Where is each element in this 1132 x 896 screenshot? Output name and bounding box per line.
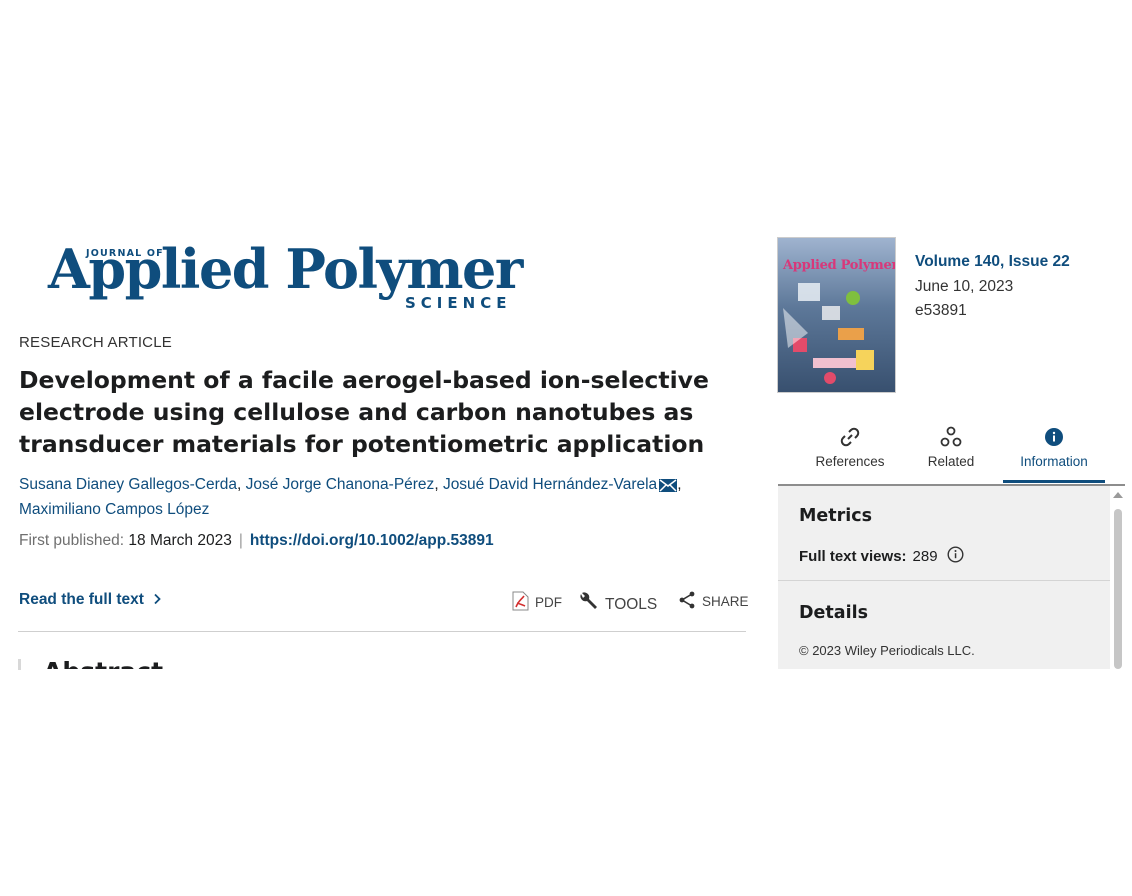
chevron-right-icon (148, 591, 162, 608)
published-label: First published: (19, 532, 125, 549)
copyright-text: © 2023 Wiley Periodicals LLC. (799, 643, 975, 658)
email-icon[interactable] (659, 477, 678, 499)
author-link[interactable]: Josué David Hernández-Varela (443, 476, 657, 493)
issue-date: June 10, 2023 (915, 278, 1014, 295)
abstract-heading: Abstract (43, 655, 163, 669)
scroll-up-icon[interactable] (1113, 492, 1123, 498)
tab-related[interactable]: Related (896, 424, 1006, 469)
doi-link[interactable]: https://doi.org/10.1002/app.53891 (250, 532, 494, 549)
author-separator: , (434, 476, 439, 493)
published-date: 18 March 2023 (128, 532, 232, 549)
abstract-edge (18, 659, 21, 670)
volume-issue-link[interactable]: Volume 140, Issue 22 (915, 253, 1070, 271)
author-list: Susana Dianey Gallegos-Cerda, José Jorge… (19, 474, 719, 521)
share-label: SHARE (702, 594, 749, 609)
tab-information[interactable]: Information (999, 424, 1109, 469)
article-type: RESEARCH ARTICLE (19, 334, 172, 351)
article-title: Development of a facile aerogel-based io… (19, 366, 709, 458)
info-circle-icon[interactable] (947, 546, 964, 567)
views-label: Full text views: (799, 548, 907, 565)
related-icon (896, 424, 1006, 450)
author-separator: , (677, 476, 682, 493)
author-separator: , (236, 476, 242, 493)
info-icon (999, 424, 1109, 450)
views-value: 289 (912, 548, 938, 565)
tab-references[interactable]: References (795, 424, 905, 469)
full-text-views: Full text views: 289 (799, 546, 964, 567)
link-icon (795, 424, 905, 450)
wrench-icon (577, 591, 605, 618)
tab-label: Information (1020, 454, 1088, 469)
tools-label: TOOLS (605, 595, 658, 613)
cover-art (783, 283, 874, 384)
journal-logo[interactable]: JOURNAL OF Applied Polymer SCIENCE (48, 237, 523, 313)
journal-logo-name: Applied Polymer (48, 237, 523, 301)
section-divider (18, 631, 746, 632)
panel-divider (778, 580, 1110, 581)
tools-button[interactable]: TOOLS (577, 591, 657, 618)
author-link[interactable]: Susana Dianey Gallegos-Cerda (19, 476, 237, 493)
publication-info: First published: 18 March 2023 | https://d… (19, 532, 494, 550)
pdf-icon (512, 591, 535, 614)
details-heading: Details (799, 603, 868, 623)
pdf-label: PDF (535, 595, 562, 610)
pdf-button[interactable]: PDF (512, 591, 562, 614)
article-id: e53891 (915, 302, 967, 319)
read-full-text-label: Read the full text (19, 591, 144, 608)
active-tab-indicator (1003, 480, 1105, 483)
read-full-text-link[interactable]: Read the full text (19, 591, 162, 609)
author-link[interactable]: José Jorge Chanona-Pérez (246, 476, 435, 493)
share-button[interactable]: SHARE (678, 591, 749, 612)
journal-cover-image[interactable]: Applied Polymer (777, 237, 896, 393)
tab-label: References (815, 454, 885, 469)
author-link[interactable]: Maximiliano Campos López (19, 501, 209, 518)
metrics-heading: Metrics (799, 506, 873, 526)
scrollbar-thumb[interactable] (1114, 509, 1122, 669)
share-icon (678, 591, 702, 612)
pub-separator: | (238, 532, 243, 549)
tab-label: Related (927, 454, 975, 469)
journal-logo-science: SCIENCE (405, 294, 512, 312)
